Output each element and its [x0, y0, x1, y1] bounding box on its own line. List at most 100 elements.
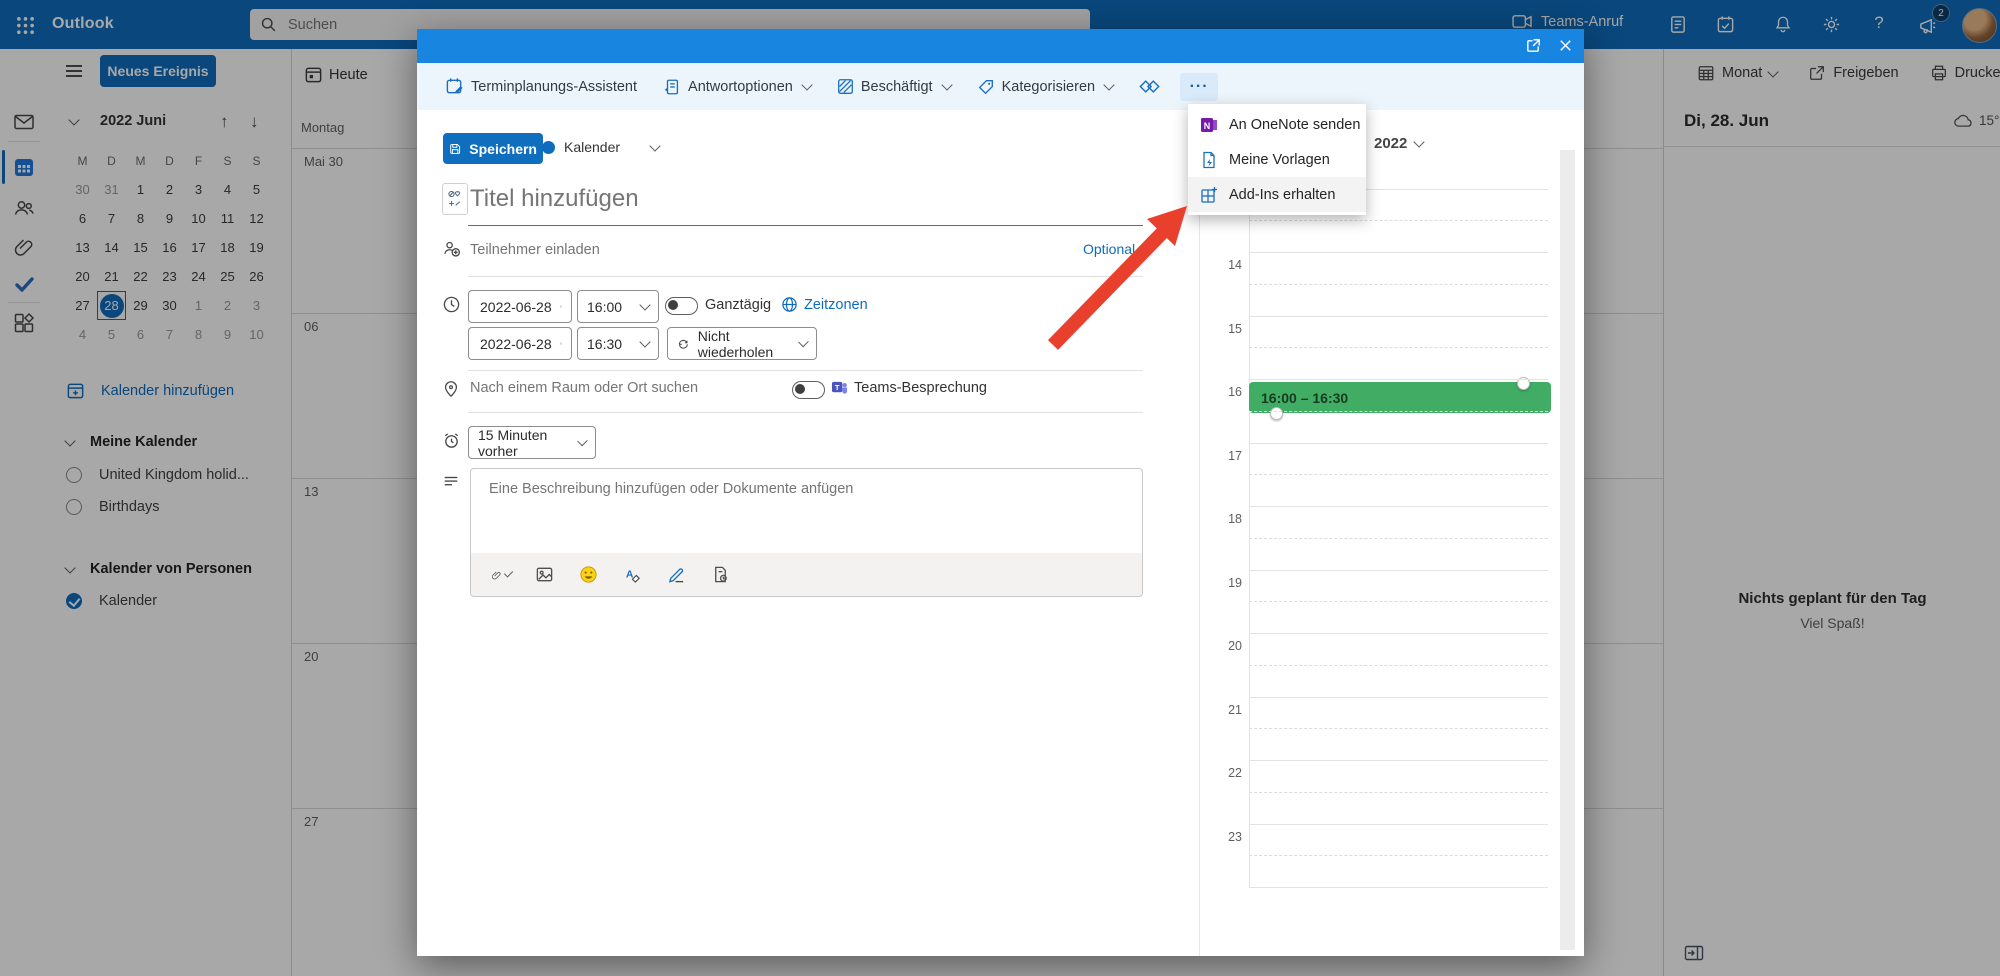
attach-file-icon[interactable] [491, 565, 511, 585]
hour-line [1249, 252, 1548, 253]
hour-line [1249, 443, 1548, 444]
menu-item-meine-vorlagen[interactable]: Meine Vorlagen [1188, 142, 1366, 177]
menu-item-an-onenote-senden[interactable]: N An OneNote senden [1188, 107, 1366, 142]
busy-status-button[interactable]: Beschäftigt [837, 78, 951, 95]
hour-line [1249, 570, 1548, 571]
hour-line [1249, 379, 1548, 380]
scheduling-assistant-label: Terminplanungs-Assistent [471, 79, 637, 95]
chevron-down-icon [1103, 79, 1114, 90]
location-pin-icon [442, 380, 461, 399]
calendar-color-dot [542, 141, 555, 154]
chevron-down-icon [577, 436, 587, 446]
invite-attendees-icon [442, 239, 461, 258]
hour-line [1249, 506, 1548, 507]
start-date-field[interactable] [468, 290, 572, 323]
half-hour-line [1249, 665, 1548, 666]
half-hour-line [1249, 220, 1548, 221]
repeat-select[interactable]: Nicht wiederholen [667, 327, 817, 360]
link-diamonds-icon [1139, 77, 1160, 96]
form-divider [468, 370, 1143, 371]
clear-formatting-icon[interactable]: A [623, 565, 643, 585]
datepicker-calendar-icon [560, 299, 562, 314]
response-options-icon [663, 78, 681, 96]
insert-image-icon[interactable] [535, 565, 555, 585]
loop-component-icon[interactable] [711, 565, 731, 585]
scheduling-assistant-button[interactable]: Terminplanungs-Assistent [445, 77, 637, 96]
link-button[interactable] [1139, 77, 1160, 96]
optional-attendees-button[interactable]: Optional [1083, 241, 1135, 257]
chevron-down-icon [941, 79, 952, 90]
attendees-input[interactable] [468, 241, 972, 259]
event-charm-picker[interactable] [442, 183, 468, 215]
chevron-down-icon [1414, 136, 1425, 147]
teams-meeting-label: Teams-Besprechung [854, 380, 987, 396]
close-icon[interactable] [1557, 37, 1575, 55]
calendar-selector[interactable]: Kalender [542, 139, 659, 155]
menu-item-add-ins-erhalten[interactable]: Add-Ins erhalten [1188, 177, 1366, 212]
chevron-down-icon [649, 140, 660, 151]
hour-label: 17 [1199, 449, 1242, 463]
start-time-value: 16:00 [587, 299, 622, 315]
menu-item-label: Meine Vorlagen [1229, 152, 1330, 168]
popout-icon[interactable] [1525, 37, 1543, 55]
event-resize-handle-bottom[interactable] [1270, 407, 1283, 420]
hour-label: 16 [1199, 385, 1242, 399]
hour-label: 18 [1199, 512, 1242, 526]
busy-status-icon [837, 78, 854, 95]
dayview-scrollbar[interactable] [1560, 150, 1575, 950]
addins-icon [1200, 186, 1218, 204]
hour-label: 21 [1199, 703, 1242, 717]
end-date-field[interactable] [468, 327, 572, 360]
svg-text:T: T [835, 383, 840, 392]
description-toolbar: A [471, 553, 1142, 596]
teams-meeting-toggle[interactable] [792, 381, 825, 399]
globe-icon [781, 296, 798, 313]
half-hour-line [1249, 855, 1548, 856]
event-title-input[interactable] [468, 184, 1072, 214]
all-day-toggle[interactable] [665, 297, 698, 315]
hour-line [1249, 887, 1548, 888]
draw-pen-icon[interactable] [667, 565, 687, 585]
scheduling-assistant-icon [445, 77, 464, 96]
dayview-date-header[interactable]: 2022 [1374, 135, 1423, 152]
timezones-label: Zeitzonen [804, 297, 868, 313]
timezones-button[interactable]: Zeitzonen [781, 296, 868, 313]
location-input[interactable] [468, 379, 772, 397]
save-button[interactable]: Speichern [443, 133, 543, 164]
half-hour-line [1249, 728, 1548, 729]
hour-line [1249, 316, 1548, 317]
hour-label: 19 [1199, 576, 1242, 590]
svg-text:N: N [1204, 121, 1211, 131]
response-options-button[interactable]: Antwortoptionen [663, 78, 811, 96]
more-options-button[interactable]: ··· [1180, 73, 1218, 101]
all-day-label: Ganztägig [705, 297, 771, 313]
half-hour-line [1249, 284, 1548, 285]
half-hour-line [1249, 411, 1548, 412]
start-date-input[interactable] [478, 298, 566, 316]
hour-label: 14 [1199, 258, 1242, 272]
dialog-toolbar: Terminplanungs-Assistent Antwortoptionen… [417, 63, 1584, 110]
chevron-down-icon [639, 336, 650, 347]
hour-line [1249, 824, 1548, 825]
categorize-label: Kategorisieren [1002, 79, 1096, 95]
description-input[interactable] [471, 469, 1142, 549]
chevron-down-icon [504, 568, 513, 577]
categorize-button[interactable]: Kategorisieren [977, 78, 1114, 96]
menu-item-label: Add-Ins erhalten [1229, 187, 1335, 203]
calendar-selector-label: Kalender [564, 139, 620, 155]
more-options-menu: N An OneNote senden Meine Vorlagen Add-Ins … [1188, 104, 1366, 215]
hour-line [1249, 633, 1548, 634]
end-time-select[interactable]: 16:30 [577, 327, 659, 360]
end-date-input[interactable] [478, 335, 566, 353]
event-block[interactable]: 16:00 – 16:30 [1249, 382, 1551, 413]
reminder-select[interactable]: 15 Minuten vorher [468, 426, 596, 459]
teams-logo-icon: T [831, 379, 848, 396]
emoji-icon[interactable] [579, 565, 599, 585]
dayview-year: 2022 [1374, 135, 1407, 152]
event-compose-dialog: Terminplanungs-Assistent Antwortoptionen… [417, 29, 1584, 956]
description-icon [442, 473, 461, 492]
chevron-down-icon [801, 79, 812, 90]
menu-item-label: An OneNote senden [1229, 117, 1360, 133]
start-time-select[interactable]: 16:00 [577, 290, 659, 323]
half-hour-line [1249, 538, 1548, 539]
